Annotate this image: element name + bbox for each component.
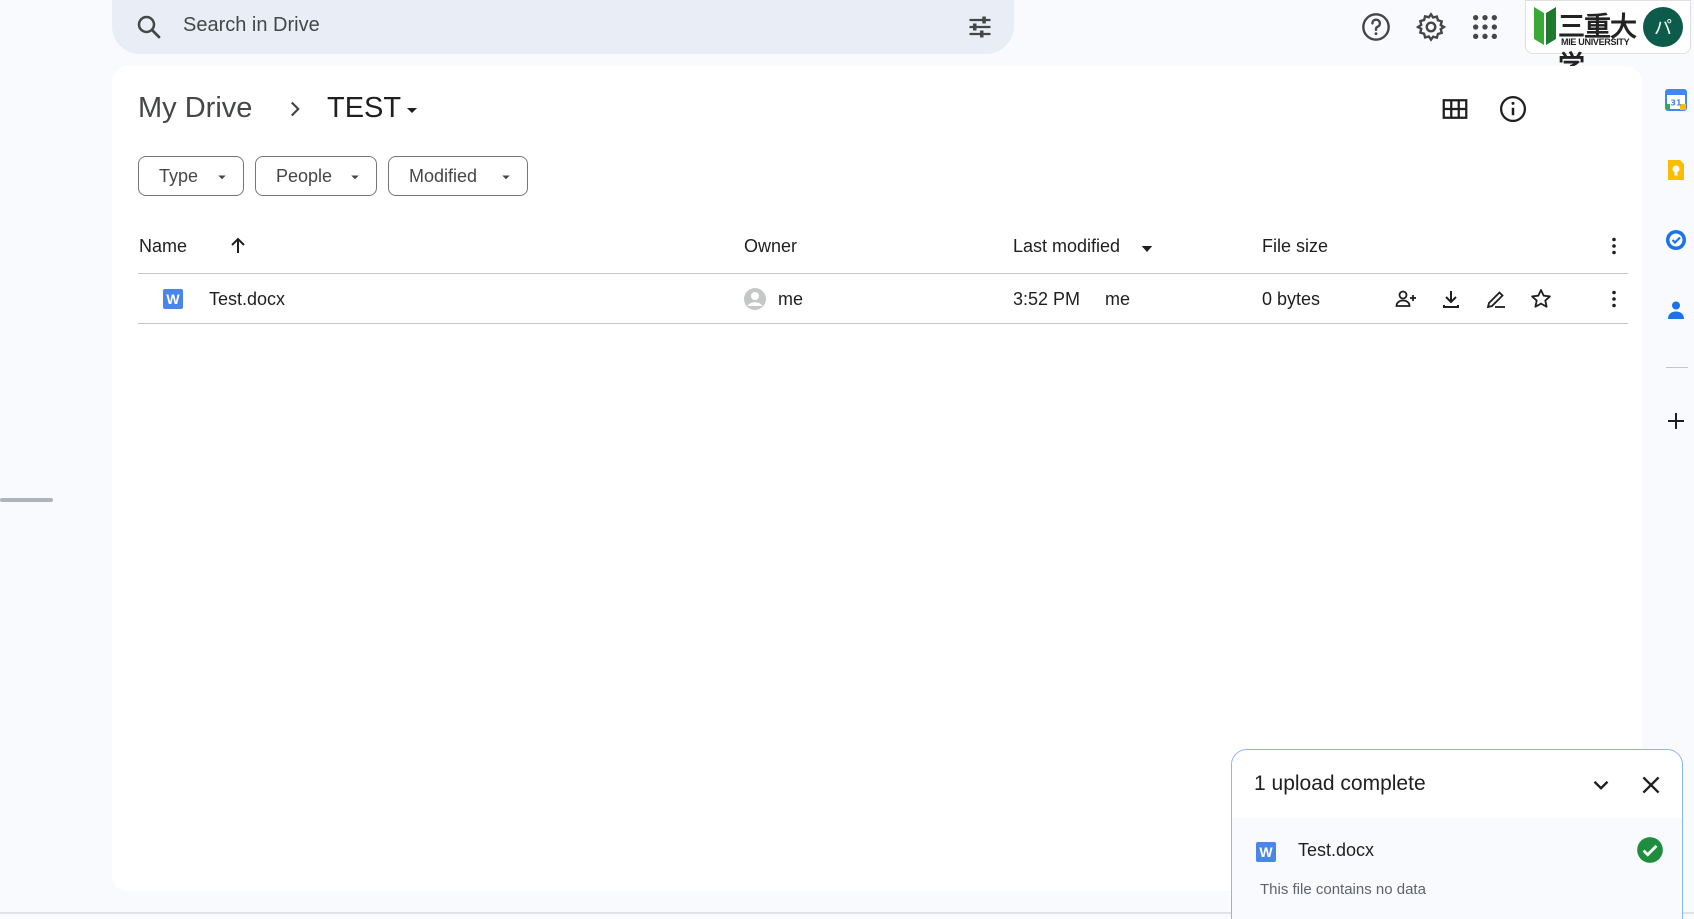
file-name[interactable]: Test.docx [209, 289, 285, 310]
filter-type-chip[interactable]: Type [138, 156, 244, 196]
word-doc-icon: W [1256, 842, 1276, 862]
info-icon[interactable] [1498, 94, 1528, 124]
university-logo: 三重大学 MIE UNIVERSITY [1534, 7, 1640, 82]
add-icon[interactable] [1664, 409, 1688, 433]
filter-modified-label: Modified [409, 165, 478, 186]
upload-panel: 1 upload complete W Test.docx This file … [1231, 749, 1683, 919]
search-options-icon[interactable] [966, 13, 994, 41]
breadcrumb-current-folder[interactable]: TEST [327, 92, 401, 125]
caret-down-icon[interactable] [1138, 240, 1156, 258]
rename-icon[interactable] [1484, 287, 1508, 311]
upload-list: W Test.docx This file contains no data [1232, 818, 1682, 919]
calendar-icon[interactable]: 31 [1664, 88, 1688, 112]
svg-text:31: 31 [1670, 99, 1682, 108]
drive-page: Search in Drive 三重大学 MIE UNIVERSITY パ My… [0, 0, 1694, 919]
search-icon[interactable] [134, 12, 164, 42]
column-file-size[interactable]: File size [1262, 236, 1328, 257]
close-icon[interactable] [1638, 772, 1664, 798]
column-last-modified[interactable]: Last modified [1013, 236, 1120, 257]
column-owner[interactable]: Owner [744, 236, 797, 257]
avatar[interactable]: パ [1643, 7, 1683, 47]
owner-avatar-icon [744, 288, 766, 310]
filter-people-label: People [276, 165, 333, 186]
upload-panel-header: 1 upload complete [1232, 750, 1682, 818]
download-icon[interactable] [1439, 287, 1463, 311]
caret-down-icon[interactable] [400, 98, 424, 122]
search-input[interactable]: Search in Drive [183, 14, 320, 37]
grid-view-icon[interactable] [1440, 94, 1470, 124]
contacts-icon[interactable] [1664, 298, 1688, 322]
caret-down-icon [502, 175, 510, 180]
table-header: Name Owner Last modified File size [138, 224, 1628, 274]
help-icon[interactable] [1360, 11, 1392, 43]
upload-message: This file contains no data [1260, 881, 1426, 898]
settings-icon[interactable] [1415, 11, 1447, 43]
file-modified-by: me [1105, 289, 1131, 309]
file-size: 0 bytes [1262, 289, 1321, 309]
sort-ascending-icon[interactable] [226, 234, 250, 258]
tasks-icon[interactable] [1664, 228, 1688, 252]
apps-grid-icon[interactable] [1469, 11, 1501, 43]
chevron-right-icon [290, 101, 300, 117]
side-panel-divider [1666, 367, 1688, 368]
university-name: MIE UNIVERSITY [1561, 37, 1630, 47]
search-bar[interactable]: Search in Drive [112, 0, 1014, 54]
upload-status-title: 1 upload complete [1254, 772, 1426, 795]
share-icon[interactable] [1394, 287, 1418, 311]
filter-people-chip[interactable]: People [255, 156, 377, 196]
file-modified-time: 3:52 PM [1013, 289, 1081, 309]
sidebar-resize-handle[interactable] [0, 498, 53, 502]
university-mark-icon [1534, 7, 1556, 45]
filter-modified-chip[interactable]: Modified [388, 156, 528, 196]
word-doc-icon: W [163, 289, 183, 309]
file-owner: me [778, 289, 804, 309]
caret-down-icon [351, 175, 359, 180]
column-name[interactable]: Name [139, 236, 187, 257]
check-circle-icon [1637, 837, 1663, 863]
keep-icon[interactable] [1664, 158, 1688, 182]
star-icon[interactable] [1529, 287, 1553, 311]
filter-type-label: Type [159, 165, 199, 186]
upload-file-name[interactable]: Test.docx [1298, 840, 1374, 861]
more-vert-icon[interactable] [1602, 287, 1626, 311]
chevron-down-icon[interactable] [1588, 772, 1614, 798]
breadcrumb-my-drive[interactable]: My Drive [138, 92, 252, 125]
more-vert-icon[interactable] [1602, 234, 1626, 258]
caret-down-icon [218, 175, 226, 180]
table-row[interactable]: W Test.docx me 3:52 PM me 0 bytes [138, 274, 1628, 324]
